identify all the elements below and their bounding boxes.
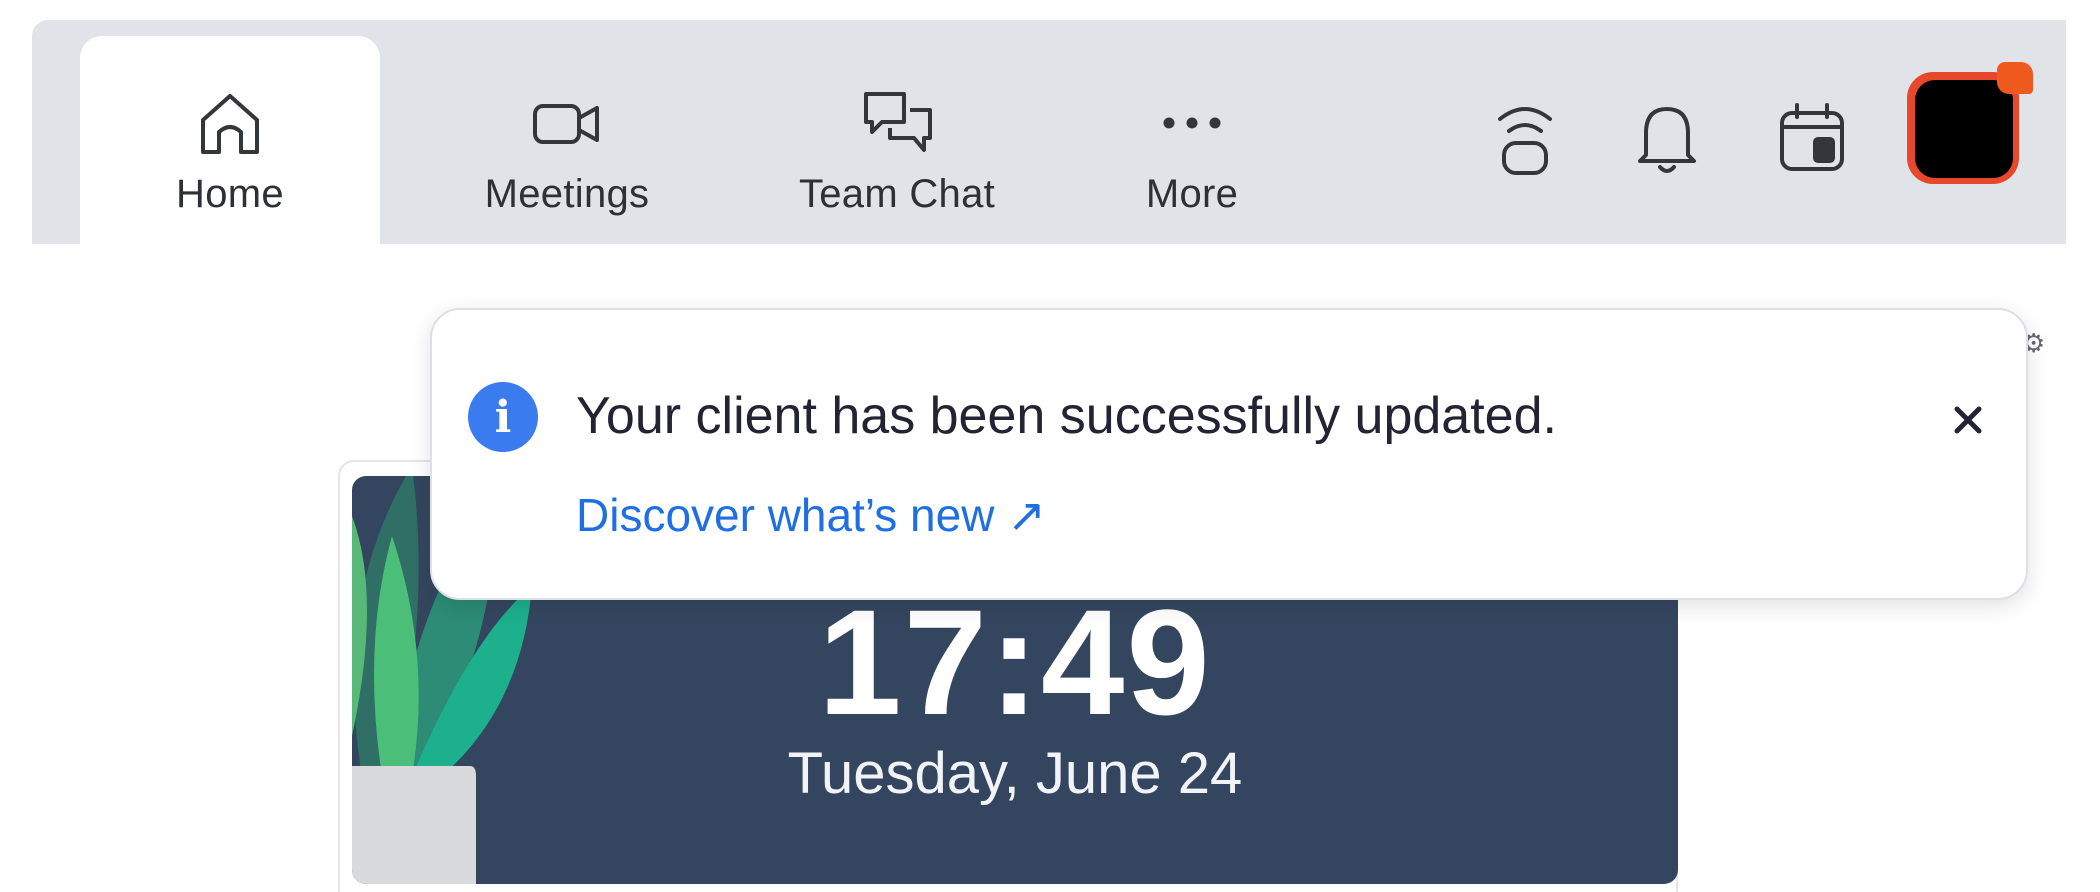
clock-time: 17:49	[818, 578, 1212, 746]
clock-date: Tuesday, June 24	[787, 741, 1243, 806]
info-icon: i	[468, 382, 538, 452]
tab-meetings[interactable]: Meetings	[417, 36, 717, 266]
tab-more-label: More	[1145, 172, 1239, 216]
tab-meetings-label: Meetings	[484, 172, 650, 216]
video-camera-icon	[531, 88, 603, 158]
update-notification: i Your client has been successfully upda…	[430, 308, 2028, 600]
status-badge	[1997, 62, 2033, 94]
ellipsis-icon	[1157, 88, 1227, 158]
app-window: Home Meetings Team Chat More 17:49 Tuesd…	[32, 20, 2066, 892]
discover-whats-new-link[interactable]: Discover what’s new ↗	[576, 488, 1046, 542]
chat-bubbles-icon	[860, 88, 934, 158]
calendar-icon[interactable]	[1767, 82, 1857, 192]
wireless-broadcast-icon[interactable]	[1480, 82, 1570, 192]
tab-home-label: Home	[176, 172, 284, 216]
tab-team-chat-label: Team Chat	[798, 172, 996, 216]
close-icon[interactable]	[1928, 380, 2008, 460]
home-icon	[195, 88, 265, 158]
tab-more[interactable]: More	[1042, 36, 1342, 266]
avatar-image	[1915, 80, 2013, 178]
top-navigation-bar: Home Meetings Team Chat More	[32, 20, 2066, 266]
notification-message: Your client has been successfully update…	[576, 387, 1557, 445]
avatar[interactable]	[1907, 62, 2033, 184]
tab-team-chat[interactable]: Team Chat	[732, 36, 1062, 266]
bell-icon[interactable]	[1622, 82, 1712, 192]
tab-home[interactable]: Home	[80, 36, 380, 266]
